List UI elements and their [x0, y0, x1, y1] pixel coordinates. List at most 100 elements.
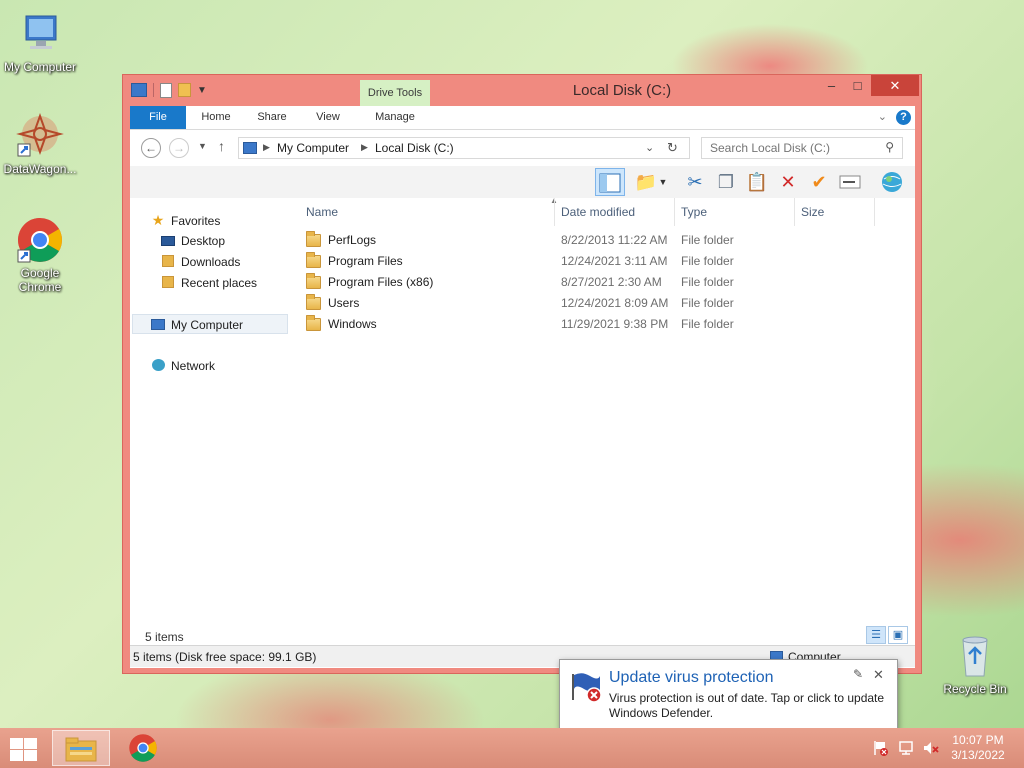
- network-icon: [150, 356, 166, 376]
- taskbar-file-explorer[interactable]: [52, 730, 110, 766]
- file-type: File folder: [681, 275, 734, 289]
- ribbon-tabs: File Home Share View Manage ⌄ ?: [130, 106, 915, 130]
- folder-icon: [306, 231, 321, 247]
- chevron-right-icon[interactable]: ▶: [361, 142, 368, 153]
- window-title: Local Disk (C:): [572, 82, 672, 99]
- nav-recent-places[interactable]: Recent places: [160, 273, 257, 293]
- toast-notification[interactable]: Update virus protection Virus protection…: [559, 659, 898, 731]
- rename-icon[interactable]: [838, 170, 862, 194]
- folder-icon: [306, 273, 321, 289]
- tab-share[interactable]: Share: [248, 106, 296, 129]
- file-name: PerfLogs: [328, 233, 377, 247]
- action-center-alert-icon[interactable]: [872, 739, 890, 757]
- forward-button[interactable]: →: [169, 138, 189, 158]
- chevron-down-icon[interactable]: ⌄: [878, 110, 887, 123]
- navigation-pane: ★ Favorites Desktop Downloads Recent plac…: [130, 198, 290, 638]
- column-header-type[interactable]: Type: [675, 198, 795, 226]
- file-row[interactable]: Program Files (x86) 8/27/2021 2:30 AM Fi…: [300, 272, 900, 293]
- minimize-button[interactable]: –: [818, 75, 845, 96]
- copy-icon[interactable]: ❐: [714, 170, 738, 194]
- taskbar-chrome[interactable]: [114, 730, 172, 766]
- title-bar[interactable]: ▼ Drive Tools Local Disk (C:) – □ ✕: [123, 75, 921, 107]
- nav-desktop[interactable]: Desktop: [160, 231, 225, 251]
- search-input[interactable]: [702, 138, 872, 158]
- up-arrow-icon[interactable]: ↑: [218, 138, 225, 154]
- windows-logo-icon: [24, 750, 37, 761]
- start-button[interactable]: [8, 736, 38, 761]
- file-date: 8/22/2013 11:22 AM: [561, 233, 668, 247]
- cut-icon[interactable]: ✂: [683, 170, 707, 194]
- recent-locations-dropdown-icon[interactable]: ▼: [198, 141, 207, 151]
- tab-file[interactable]: File: [130, 106, 186, 129]
- computer-small-icon: [243, 142, 257, 154]
- preview-pane-icon[interactable]: [595, 168, 625, 196]
- chevron-right-icon[interactable]: ▶: [263, 142, 270, 153]
- explorer-window: ▼ Drive Tools Local Disk (C:) – □ ✕ File…: [122, 74, 922, 674]
- column-header-size[interactable]: Size: [795, 198, 875, 226]
- view-toggles: ☰ ▣: [866, 626, 908, 644]
- nav-network[interactable]: Network: [150, 356, 215, 376]
- network-status-icon[interactable]: [898, 739, 916, 757]
- maximize-button[interactable]: □: [844, 75, 871, 96]
- paste-icon[interactable]: 📋: [745, 170, 769, 194]
- delete-icon[interactable]: ✕: [776, 170, 800, 194]
- back-button[interactable]: ←: [141, 138, 161, 158]
- file-date: 12/24/2021 8:09 AM: [561, 296, 669, 310]
- content-area: ← → ▼ ↑ ▶ My Computer ▶ Local Disk (C:) …: [130, 130, 915, 668]
- refresh-icon[interactable]: ↻: [667, 140, 678, 156]
- nav-favorites-label: Favorites: [171, 214, 221, 228]
- file-type: File folder: [681, 317, 734, 331]
- tab-home[interactable]: Home: [192, 106, 240, 129]
- nav-downloads[interactable]: Downloads: [160, 252, 240, 272]
- desktop-icon-google-chrome[interactable]: Google Chrome: [0, 216, 80, 294]
- file-date: 11/29/2021 9:38 PM: [561, 317, 669, 331]
- search-icon[interactable]: ⚲: [885, 140, 894, 154]
- desktop-icon-datawagon[interactable]: DataWagon...: [0, 112, 80, 176]
- close-button[interactable]: ✕: [871, 75, 919, 96]
- defender-flag-icon: [570, 670, 604, 704]
- dropdown-icon[interactable]: ▼: [656, 170, 670, 194]
- tab-view[interactable]: View: [304, 106, 352, 129]
- file-row[interactable]: Windows 11/29/2021 9:38 PM File folder: [300, 314, 900, 335]
- address-dropdown-icon[interactable]: ⌄: [645, 141, 654, 154]
- file-row[interactable]: Users 12/24/2021 8:09 AM File folder: [300, 293, 900, 314]
- desktop-icon-my-computer[interactable]: My Computer: [0, 10, 80, 74]
- nav-recent-places-label: Recent places: [181, 276, 258, 290]
- nav-my-computer[interactable]: My Computer: [132, 314, 288, 334]
- nav-favorites[interactable]: ★ Favorites: [150, 210, 221, 230]
- new-folder-icon[interactable]: 📁: [634, 170, 658, 194]
- nav-network-label: Network: [171, 359, 216, 373]
- item-count: 5 items: [145, 630, 184, 644]
- file-row[interactable]: Program Files 12/24/2021 3:11 AM File fo…: [300, 251, 900, 272]
- clock-time: 10:07 PM: [952, 733, 1004, 747]
- datawagon-icon: [16, 112, 64, 160]
- star-icon: ★: [151, 212, 165, 228]
- tab-manage[interactable]: Manage: [360, 106, 430, 129]
- file-type: File folder: [681, 233, 734, 247]
- details-view-icon[interactable]: ☰: [866, 626, 886, 644]
- checkmark-icon[interactable]: ✔: [807, 170, 831, 194]
- address-box[interactable]: ▶ My Computer ▶ Local Disk (C:) ⌄ ↻: [238, 137, 690, 159]
- file-name: Program Files (x86): [328, 275, 434, 289]
- column-header-date[interactable]: Date modified: [555, 198, 675, 226]
- windows-logo-icon: [10, 738, 23, 749]
- file-date: 12/24/2021 3:11 AM: [561, 254, 668, 268]
- desktop-icon-label: My Computer: [3, 60, 77, 74]
- toast-body: Virus protection is out of date. Tap or …: [609, 691, 885, 720]
- help-icon[interactable]: ?: [896, 110, 911, 125]
- file-row[interactable]: PerfLogs 8/22/2013 11:22 AM File folder: [300, 230, 900, 251]
- column-header-name[interactable]: Name: [300, 198, 555, 226]
- address-bar-row: ← → ▼ ↑ ▶ My Computer ▶ Local Disk (C:) …: [130, 130, 915, 166]
- clock-date: 3/13/2022: [951, 748, 1005, 762]
- taskbar-clock[interactable]: 10:07 PM 3/13/2022: [938, 733, 1018, 763]
- toast-close-icon[interactable]: ✕: [873, 667, 884, 683]
- large-icons-view-icon[interactable]: ▣: [888, 626, 908, 644]
- desktop-icon-recycle-bin[interactable]: Recycle Bin: [935, 632, 1015, 696]
- file-date: 8/27/2021 2:30 AM: [561, 275, 662, 289]
- breadcrumb-local-disk[interactable]: Local Disk (C:): [375, 141, 454, 155]
- globe-icon[interactable]: [880, 170, 904, 194]
- desktop-icon-label: Google Chrome: [18, 266, 62, 294]
- recent-places-icon: [160, 273, 176, 293]
- breadcrumb-my-computer[interactable]: My Computer: [277, 141, 349, 155]
- pin-icon[interactable]: ✎: [853, 667, 863, 681]
